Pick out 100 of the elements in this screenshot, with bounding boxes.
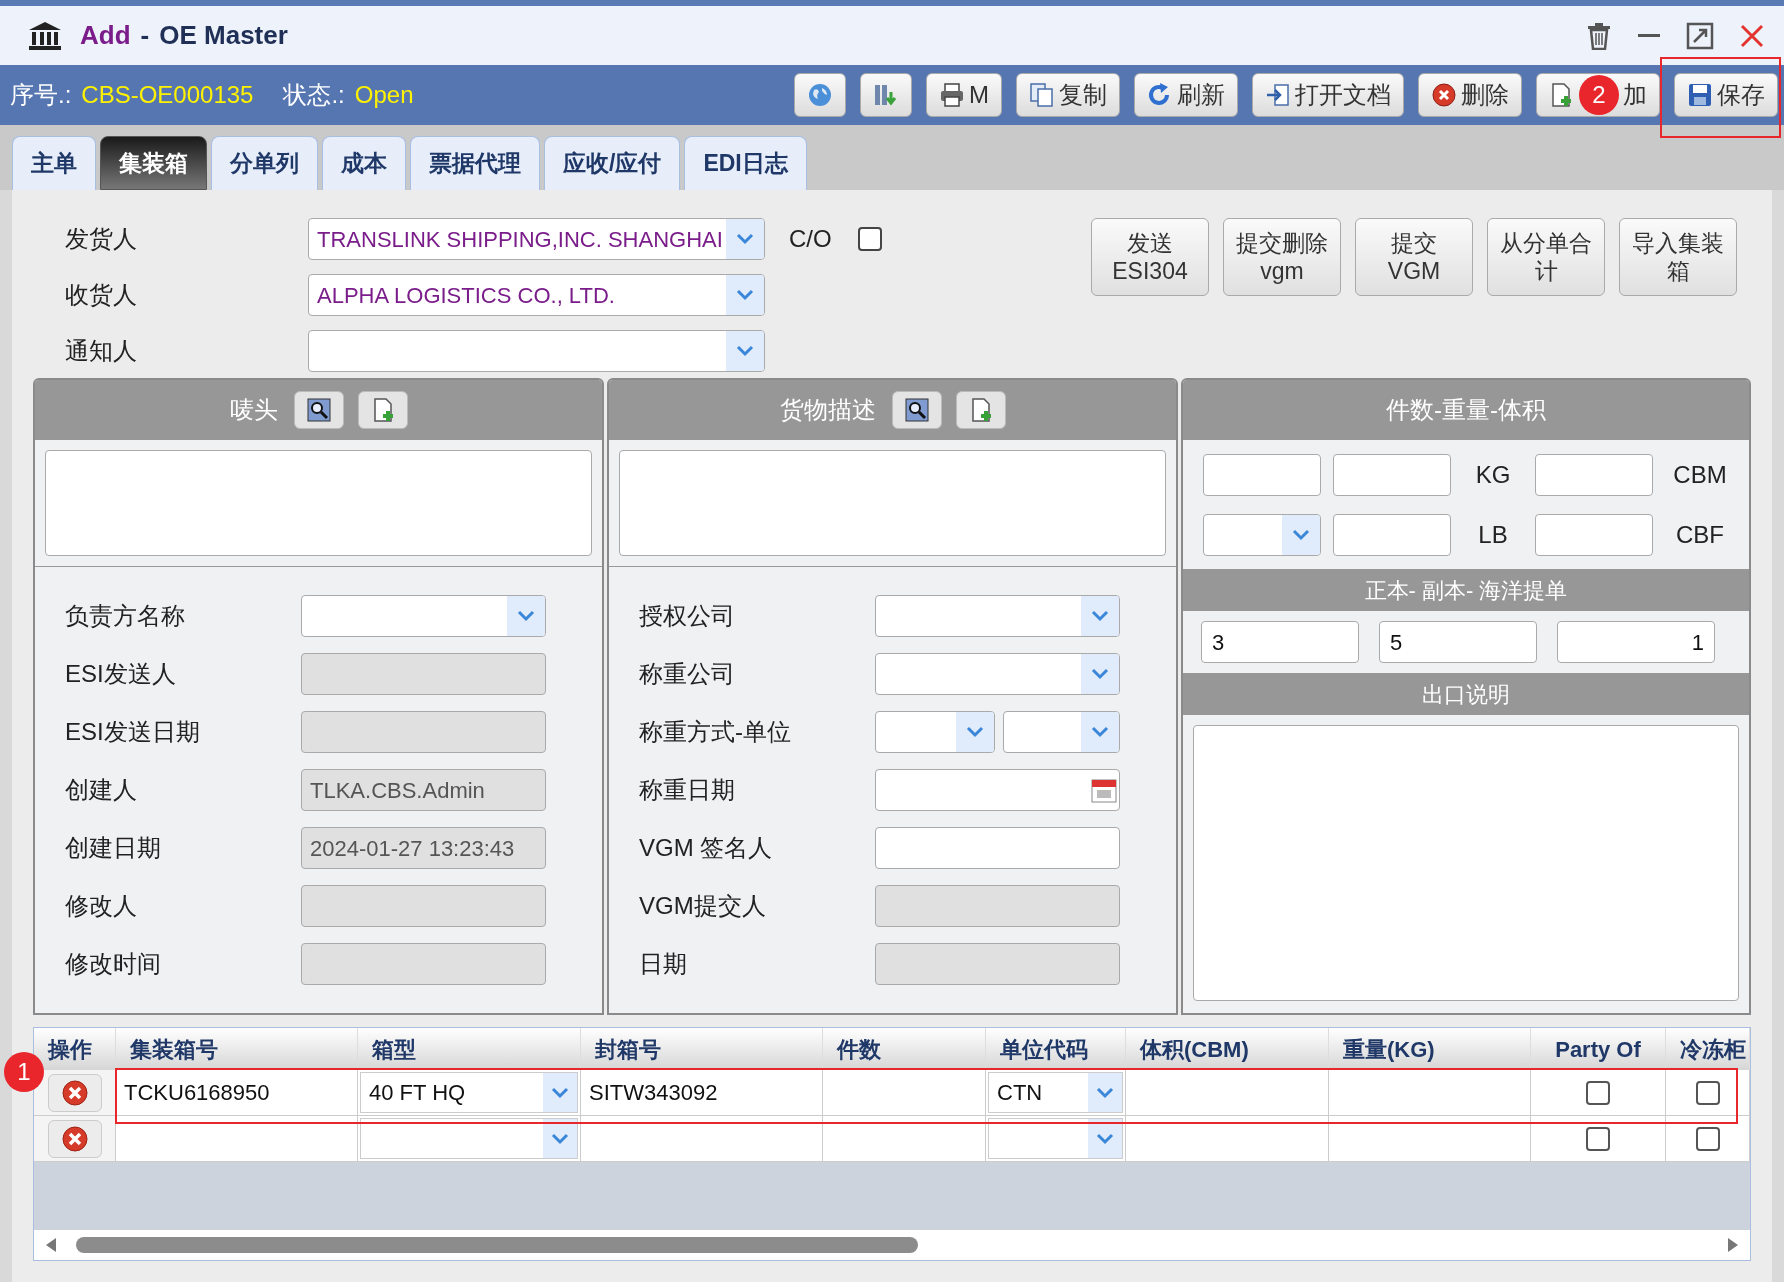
add-button[interactable] (955, 391, 1006, 429)
search-button[interactable] (891, 391, 942, 429)
dropdown-field[interactable] (875, 711, 995, 753)
globe-icon (807, 82, 833, 108)
dropdown-field[interactable]: ALPHA LOGISTICS CO., LTD. (308, 274, 765, 316)
field-value: ALPHA LOGISTICS CO., LTD. (316, 281, 616, 310)
dropdown-field[interactable]: 40 FT HQ (360, 1072, 578, 1113)
field-label: 创建日期 (65, 833, 162, 863)
action-button[interactable]: 提交 VGM (1355, 218, 1473, 296)
input-field[interactable] (875, 827, 1120, 869)
tab[interactable]: 成本 (322, 136, 406, 190)
tab[interactable]: 主单 (12, 136, 96, 190)
chevron-down-icon (1096, 1086, 1114, 1099)
calendar-icon (1091, 777, 1117, 803)
dropdown-field[interactable]: CTN (988, 1072, 1123, 1113)
input-field[interactable] (1203, 453, 1321, 496)
checkbox[interactable] (1695, 1126, 1720, 1151)
delete-row-button[interactable] (47, 1073, 102, 1112)
tab[interactable]: 应收/应付 (544, 136, 681, 190)
chevron-down-icon (1096, 1132, 1114, 1145)
add-button[interactable] (357, 391, 408, 429)
tab[interactable]: 分单列 (211, 136, 318, 190)
text-area[interactable] (45, 450, 592, 556)
printer-icon (939, 82, 965, 108)
step-badge: 2 (1579, 75, 1619, 115)
save-button[interactable]: 保存 (1674, 73, 1778, 117)
date-field[interactable] (875, 769, 1120, 811)
input-field[interactable] (1535, 453, 1653, 496)
globe-button[interactable] (794, 73, 846, 117)
chevron-down-icon (551, 1132, 569, 1145)
chevron-down-icon (517, 610, 535, 622)
save-icon (1687, 82, 1713, 108)
dropdown-field[interactable] (301, 595, 546, 637)
scrollbar-thumb[interactable] (76, 1237, 918, 1253)
section-header: 正本- 副本- 海洋提单 (1183, 569, 1749, 611)
delete-button[interactable]: 删除 (1418, 73, 1522, 117)
window-title: OE Master (159, 19, 288, 52)
scroll-right-icon (1726, 1237, 1740, 1253)
record-number: CBS-OE000135 (81, 80, 254, 110)
checkbox[interactable] (1586, 1126, 1610, 1151)
dropdown-field[interactable] (1203, 513, 1321, 556)
search-button[interactable] (293, 391, 344, 429)
dropdown-field[interactable] (1003, 711, 1120, 753)
text-area[interactable] (619, 450, 1166, 556)
field-label: 称重公司 (639, 659, 736, 689)
new-document-button[interactable]: 2 加 (1536, 73, 1660, 117)
panel-header: 件数-重量-体积 (1183, 380, 1749, 440)
action-button[interactable]: 提交删除 vgm (1223, 218, 1341, 296)
input-field[interactable] (1333, 453, 1451, 496)
tab[interactable]: EDI日志 (684, 136, 807, 190)
unit-label: KG (1474, 459, 1512, 490)
copy-icon (1029, 82, 1055, 108)
field-label: VGM 签名人 (639, 833, 774, 863)
input-field[interactable]: 3 (1201, 621, 1359, 663)
dropdown-field[interactable] (875, 653, 1120, 695)
dropdown-field[interactable] (988, 1118, 1123, 1159)
action-button[interactable]: 导入集装 箱 (1619, 218, 1737, 296)
checkbox[interactable] (1695, 1080, 1720, 1105)
chevron-down-icon (736, 345, 754, 357)
field-label: 收货人 (65, 280, 138, 310)
checkbox[interactable] (857, 227, 882, 251)
action-button[interactable]: 从分单合 计 (1487, 218, 1605, 296)
delete-icon (60, 1124, 89, 1153)
field-label: 称重方式-单位 (639, 717, 792, 747)
input-field[interactable]: 1 (1557, 621, 1715, 663)
search-icon (306, 398, 331, 422)
refresh-button[interactable]: 刷新 (1134, 73, 1238, 117)
dropdown-field[interactable]: TRANSLINK SHIPPING,INC. SHANGHAI (308, 218, 765, 260)
copy-button[interactable]: 复制 (1016, 73, 1120, 117)
dropdown-field[interactable] (875, 595, 1120, 637)
field-label: 创建人 (65, 775, 138, 805)
dropdown-field[interactable] (308, 330, 765, 372)
printer-button[interactable]: M (926, 73, 1002, 117)
maximize-icon (1686, 21, 1714, 50)
field-label: 称重日期 (639, 775, 736, 805)
input-field[interactable] (1535, 513, 1653, 556)
tab[interactable]: 集装箱 (100, 136, 207, 190)
columns-icon (873, 82, 899, 108)
horizontal-scrollbar[interactable] (34, 1230, 1750, 1260)
input-field[interactable] (1333, 513, 1451, 556)
trash-icon (1586, 21, 1612, 50)
enter-button[interactable]: 打开文档 (1252, 73, 1404, 117)
delete-row-button[interactable] (47, 1119, 102, 1158)
chevron-down-icon (736, 289, 754, 301)
chevron-down-icon (736, 233, 754, 245)
unit-label: LB (1477, 519, 1509, 550)
action-button[interactable]: 发送 ESI304 (1091, 218, 1209, 296)
columns-button[interactable] (860, 73, 912, 117)
input-field[interactable]: 5 (1379, 621, 1537, 663)
checkbox[interactable] (1586, 1080, 1610, 1105)
unit-label: CBM (1672, 459, 1728, 490)
number-label: 序号.: (10, 80, 72, 110)
delete-icon (1431, 82, 1457, 108)
minimize-icon (1638, 34, 1660, 37)
tab[interactable]: 票据代理 (410, 136, 540, 190)
panel-title: 货物描述 (779, 395, 876, 425)
title-separator: - (140, 19, 150, 52)
dropdown-field[interactable] (360, 1118, 578, 1159)
table-cell: SITW343092 (581, 1070, 823, 1115)
field-label: VGM提交人 (639, 891, 767, 921)
